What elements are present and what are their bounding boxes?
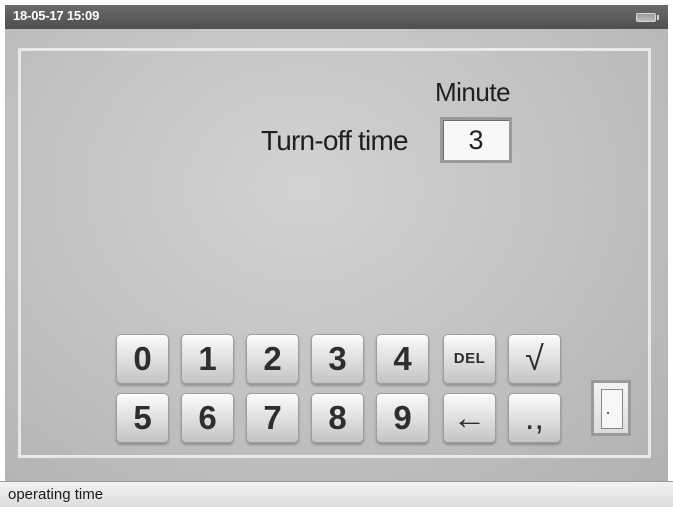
- key-8[interactable]: 8: [311, 393, 364, 443]
- key-3[interactable]: 3: [311, 334, 364, 384]
- bottom-status-bar: operating time: [0, 481, 673, 507]
- key-5[interactable]: 5: [116, 393, 169, 443]
- turn-off-time-label: Turn-off time: [261, 125, 409, 156]
- confirm-button[interactable]: √: [508, 334, 561, 384]
- key-0[interactable]: 0: [116, 334, 169, 384]
- delete-button[interactable]: DEL: [443, 334, 496, 384]
- backspace-button[interactable]: ←: [443, 393, 496, 443]
- key-6[interactable]: 6: [181, 393, 234, 443]
- datetime: 18-05-17 15:09: [13, 8, 100, 23]
- turn-off-time-field[interactable]: 3: [440, 117, 512, 163]
- door-panel: [601, 389, 623, 429]
- key-9[interactable]: 9: [376, 393, 429, 443]
- door-knob: [607, 412, 609, 414]
- main-panel: Minute Turn-off time 3 0 1 2 3 4 DEL √ 5…: [5, 29, 668, 481]
- key-1[interactable]: 1: [181, 334, 234, 384]
- key-2[interactable]: 2: [246, 334, 299, 384]
- status-text: operating time: [8, 486, 104, 503]
- decimal-separator-button[interactable]: .,: [508, 393, 561, 443]
- door-icon[interactable]: [591, 380, 631, 436]
- battery-icon: [636, 13, 659, 22]
- top-status-bar: 18-05-17 15:09: [5, 5, 668, 29]
- key-7[interactable]: 7: [246, 393, 299, 443]
- key-4[interactable]: 4: [376, 334, 429, 384]
- unit-label: Minute: [435, 77, 511, 107]
- device-screen: 18-05-17 15:09 Minute Turn-off time 3 0 …: [0, 0, 673, 507]
